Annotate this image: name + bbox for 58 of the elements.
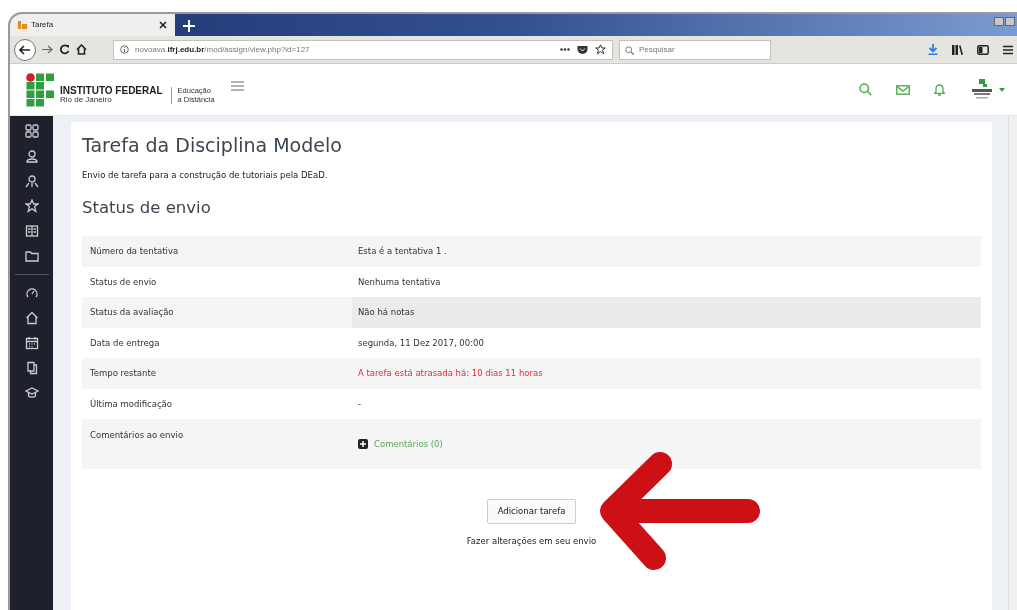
row-label: Comentários ao envio bbox=[90, 429, 184, 443]
expand-icon[interactable] bbox=[358, 439, 368, 450]
row-label: Tempo restante bbox=[90, 367, 156, 380]
brand-name: INSTITUTO FEDERAL bbox=[60, 85, 163, 96]
row-label: Status da avaliação bbox=[90, 306, 174, 319]
browser-tab[interactable]: Tarefa bbox=[10, 14, 175, 36]
window-controls[interactable] bbox=[994, 17, 1015, 26]
row-label: Status de envio bbox=[90, 275, 157, 289]
row-label: Data de entrega bbox=[90, 336, 160, 350]
url-text: novoava.ifrj.edu.br/mod/assign/view.php?id=127 bbox=[135, 43, 310, 56]
tab-favicon-icon bbox=[18, 21, 27, 29]
submission-hint: Fazer alterações em seu envio bbox=[466, 535, 597, 548]
row-label: Número da tentativa bbox=[90, 245, 179, 258]
pocket-icon[interactable] bbox=[577, 44, 588, 55]
gauge-icon[interactable] bbox=[24, 286, 39, 300]
back-arrow-icon bbox=[19, 44, 31, 55]
address-bar[interactable]: novoava.ifrj.edu.br/mod/assign/view.php?id=127 bbox=[113, 39, 613, 60]
row-value: segunda, 11 Dez 2017, 00:00 bbox=[358, 336, 484, 350]
info-icon[interactable] bbox=[120, 45, 129, 54]
folder-icon[interactable] bbox=[24, 249, 39, 263]
star-icon[interactable] bbox=[595, 44, 606, 55]
reload-icon[interactable] bbox=[59, 44, 70, 55]
user-avatar-icon[interactable] bbox=[969, 78, 995, 101]
row-value: - bbox=[358, 397, 362, 411]
bell-icon[interactable] bbox=[934, 83, 945, 96]
search-field[interactable]: Pesquisar bbox=[619, 39, 771, 60]
forward-icon[interactable] bbox=[42, 45, 53, 54]
page-title: Tarefa da Disciplina Modelo bbox=[82, 134, 343, 157]
menu-icon[interactable] bbox=[1003, 44, 1013, 55]
dashboard-icon[interactable] bbox=[24, 124, 39, 138]
add-submission-button[interactable]: Adicionar tarefa bbox=[486, 499, 577, 525]
user-icon[interactable] bbox=[24, 149, 39, 163]
home-icon[interactable] bbox=[76, 44, 87, 55]
row-value: Nenhuma tentativa bbox=[358, 275, 441, 289]
overdue-warning: A tarefa está atrasada há: 10 dias 11 horas bbox=[358, 367, 543, 380]
book-icon[interactable] bbox=[24, 224, 39, 238]
search-icon[interactable] bbox=[859, 83, 872, 96]
brand-subtitle: Rio de Janeiro bbox=[60, 95, 113, 104]
users-icon[interactable] bbox=[24, 174, 39, 188]
section-heading: Status de envio bbox=[82, 197, 212, 218]
row-label: Última modificação bbox=[90, 397, 173, 411]
grade-status: Não há notas bbox=[358, 306, 415, 319]
close-icon[interactable] bbox=[159, 21, 167, 29]
row-value: Esta é a tentativa 1 . bbox=[358, 245, 447, 258]
files-icon[interactable] bbox=[24, 361, 39, 375]
caret-icon[interactable] bbox=[999, 87, 1005, 92]
new-tab-icon[interactable] bbox=[183, 20, 195, 32]
download-icon[interactable] bbox=[928, 44, 938, 55]
mail-icon[interactable] bbox=[896, 84, 910, 95]
tab-title: Tarefa bbox=[31, 19, 54, 31]
back-button[interactable] bbox=[14, 38, 36, 61]
more-icon[interactable] bbox=[560, 48, 570, 51]
assignment-description: Envio de tarefa para a construção de tutoriais pela DEaD. bbox=[82, 168, 329, 182]
library-icon[interactable] bbox=[952, 44, 963, 55]
calendar-icon[interactable] bbox=[24, 336, 39, 350]
logo-icon bbox=[26, 72, 56, 107]
sidebar-icon[interactable] bbox=[977, 44, 989, 55]
graduation-cap-icon[interactable] bbox=[24, 386, 39, 400]
